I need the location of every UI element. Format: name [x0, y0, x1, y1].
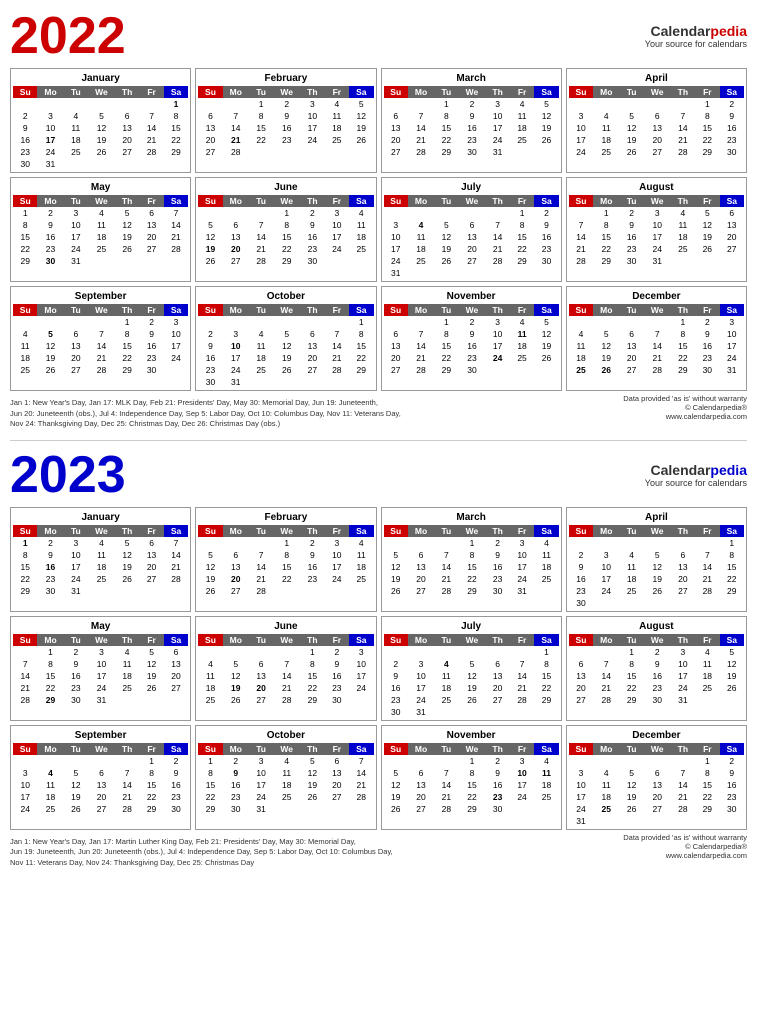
- month-title: October: [198, 728, 373, 743]
- notes-left: Jan 1: New Year's Day, Jan 17: Martin Lu…: [10, 837, 393, 869]
- year-header: 2023 Calendarpedia Your source for calen…: [10, 449, 747, 501]
- month-july: July Su MoTuWeThFr Sa 123456789101112131…: [381, 616, 562, 721]
- month-title: January: [13, 510, 188, 525]
- month-may: May Su MoTuWeThFr Sa 1234567891011121314…: [10, 177, 191, 282]
- month-march: March Su MoTuWeThFr Sa 12345678910111213…: [381, 68, 562, 173]
- brand-logo: Calendarpedia Your source for calendars: [645, 23, 747, 49]
- month-march: March Su MoTuWeThFr Sa 12345678910111213…: [381, 507, 562, 612]
- month-april: April Su MoTuWeThFr Sa 12345678910111213…: [566, 68, 747, 173]
- month-title: November: [384, 289, 559, 304]
- month-title: January: [13, 71, 188, 86]
- month-title: October: [198, 289, 373, 304]
- month-title: September: [13, 289, 188, 304]
- calendars-grid: January Su MoTuWeThFr Sa 123456789101112…: [10, 68, 747, 391]
- month-title: June: [198, 619, 373, 634]
- year-title: 2023: [10, 449, 126, 501]
- month-october: October Su MoTuWeThFr Sa 123456789101112…: [195, 286, 376, 391]
- month-title: March: [384, 510, 559, 525]
- month-june: June Su MoTuWeThFr Sa 123456789101112131…: [195, 616, 376, 721]
- month-october: October Su MoTuWeThFr Sa 123456789101112…: [195, 725, 376, 830]
- month-may: May Su MoTuWeThFr Sa 1234567891011121314…: [10, 616, 191, 721]
- brand-logo: Calendarpedia Your source for calendars: [645, 462, 747, 488]
- month-december: December Su MoTuWeThFr Sa 12345678910111…: [566, 286, 747, 391]
- notes-right: Data provided 'as is' without warranty© …: [623, 394, 747, 430]
- month-september: September Su MoTuWeThFr Sa 1234567891011…: [10, 286, 191, 391]
- month-august: August Su MoTuWeThFr Sa 1234567891011121…: [566, 177, 747, 282]
- month-february: February Su MoTuWeThFr Sa 12345678910111…: [195, 507, 376, 612]
- month-september: September Su MoTuWeThFr Sa 1234567891011…: [10, 725, 191, 830]
- month-december: December Su MoTuWeThFr Sa 12345678910111…: [566, 725, 747, 830]
- month-june: June Su MoTuWeThFr Sa 123456789101112131…: [195, 177, 376, 282]
- notes-right: Data provided 'as is' without warranty© …: [623, 833, 747, 869]
- month-title: April: [569, 71, 744, 86]
- notes-left: Jan 1: New Year's Day, Jan 17: MLK Day, …: [10, 398, 401, 430]
- month-title: March: [384, 71, 559, 86]
- month-title: February: [198, 510, 373, 525]
- year-title: 2022: [10, 10, 126, 62]
- month-title: September: [13, 728, 188, 743]
- calendars-grid: January Su MoTuWeThFr Sa 123456789101112…: [10, 507, 747, 830]
- month-april: April Su MoTuWeThFr Sa 12345678910111213…: [566, 507, 747, 612]
- month-title: July: [384, 619, 559, 634]
- month-title: December: [569, 289, 744, 304]
- notes-container: Jan 1: New Year's Day, Jan 17: MLK Day, …: [10, 394, 747, 430]
- year-section-2022: 2022 Calendarpedia Your source for calen…: [10, 10, 747, 430]
- month-title: August: [569, 619, 744, 634]
- month-title: November: [384, 728, 559, 743]
- month-title: February: [198, 71, 373, 86]
- month-title: May: [13, 619, 188, 634]
- month-title: April: [569, 510, 744, 525]
- month-november: November Su MoTuWeThFr Sa 12345678910111…: [381, 725, 562, 830]
- month-february: February Su MoTuWeThFr Sa 12345678910111…: [195, 68, 376, 173]
- month-title: December: [569, 728, 744, 743]
- month-july: July Su MoTuWeThFr Sa 123456789101112131…: [381, 177, 562, 282]
- month-title: May: [13, 180, 188, 195]
- notes-container: Jan 1: New Year's Day, Jan 17: Martin Lu…: [10, 833, 747, 869]
- month-title: July: [384, 180, 559, 195]
- month-january: January Su MoTuWeThFr Sa 123456789101112…: [10, 507, 191, 612]
- year-separator: [10, 440, 747, 441]
- month-title: August: [569, 180, 744, 195]
- year-header: 2022 Calendarpedia Your source for calen…: [10, 10, 747, 62]
- year-section-2023: 2023 Calendarpedia Your source for calen…: [10, 449, 747, 869]
- month-title: June: [198, 180, 373, 195]
- month-january: January Su MoTuWeThFr Sa 123456789101112…: [10, 68, 191, 173]
- month-november: November Su MoTuWeThFr Sa 12345678910111…: [381, 286, 562, 391]
- month-august: August Su MoTuWeThFr Sa 1234567891011121…: [566, 616, 747, 721]
